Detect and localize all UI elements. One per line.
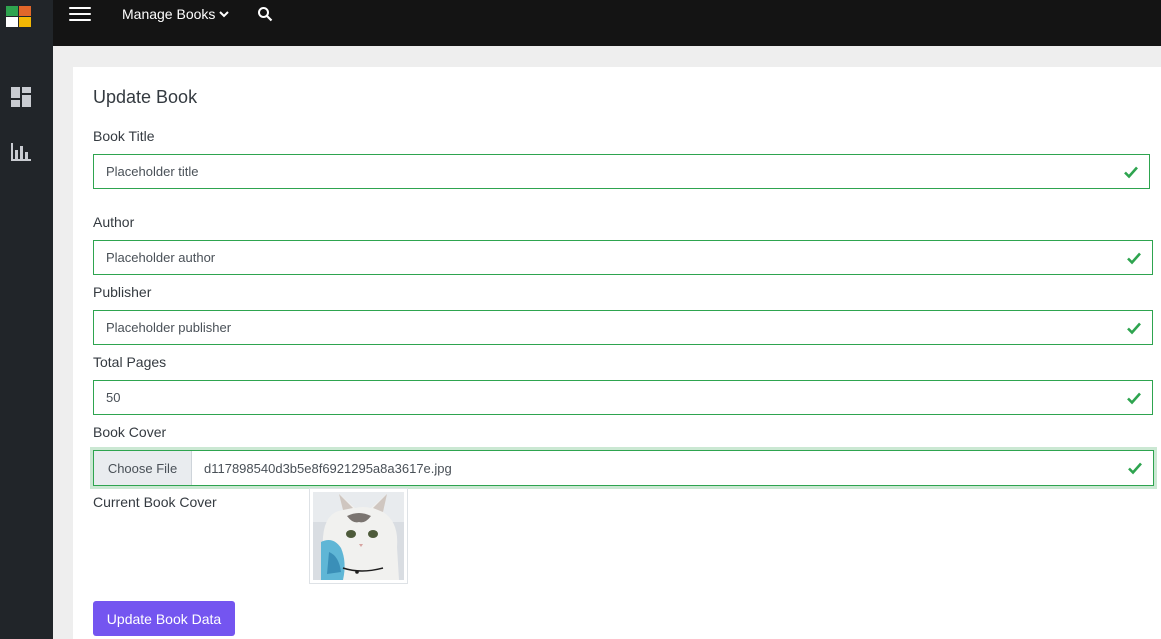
update-book-data-button[interactable]: Update Book Data [93,601,235,636]
manage-books-menu[interactable]: Manage Books [122,6,230,22]
page-title: Update Book [93,87,198,107]
publisher-label: Publisher [93,284,152,300]
book-title-input[interactable]: Placeholder title [93,154,1150,189]
topbar: Manage Books [53,0,1161,46]
choose-file-button[interactable]: Choose File [94,451,192,485]
author-label: Author [93,214,135,230]
file-name: d117898540d3b5e8f6921295a8a3617e.jpg [204,460,452,476]
total-pages-input[interactable]: 50 [93,380,1153,415]
book-title-value: Placeholder title [106,164,199,179]
check-icon [1127,322,1141,335]
manage-books-label: Manage Books [122,6,216,22]
sidebar [0,0,53,639]
app-logo[interactable] [6,6,31,28]
total-pages-label: Total Pages [93,354,167,370]
book-cover-label: Book Cover [93,424,167,440]
update-book-card: Update Book Book Title Placeholder title… [73,67,1161,639]
bar-chart-icon[interactable] [10,141,32,163]
chevron-down-icon [219,11,230,18]
dashboard-icon[interactable] [10,86,32,108]
book-title-label: Book Title [93,128,155,144]
book-cover-file-input[interactable]: Choose File d117898540d3b5e8f6921295a8a3… [93,450,1154,486]
author-value: Placeholder author [106,250,216,265]
publisher-value: Placeholder publisher [106,320,232,335]
publisher-input[interactable]: Placeholder publisher [93,310,1153,345]
cat-photo [313,492,404,580]
check-icon [1128,462,1142,475]
current-cover-thumbnail [309,488,408,584]
menu-icon[interactable] [69,7,91,23]
author-input[interactable]: Placeholder author [93,240,1153,275]
check-icon [1124,166,1138,179]
current-cover-label: Current Book Cover [93,494,217,510]
check-icon [1127,252,1141,265]
search-icon[interactable] [257,6,273,22]
check-icon [1127,392,1141,405]
total-pages-value: 50 [106,390,121,405]
